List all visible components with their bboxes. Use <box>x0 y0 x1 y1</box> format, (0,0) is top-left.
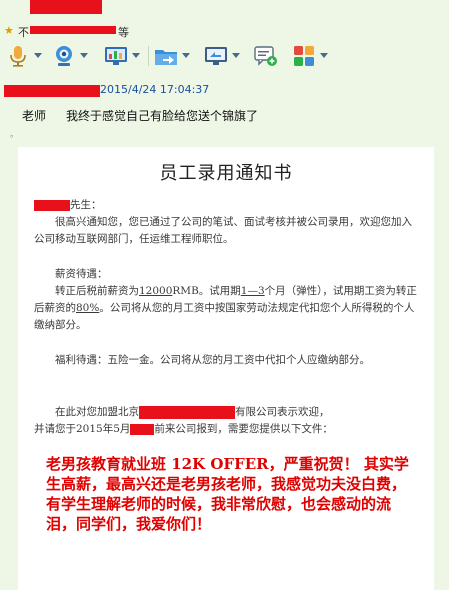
voice-call-button[interactable] <box>6 43 46 69</box>
microphone-icon <box>10 46 26 67</box>
create-discussion-button[interactable] <box>254 43 294 69</box>
star-icon[interactable]: ★ <box>4 24 14 37</box>
folder-arrow-icon <box>155 50 177 65</box>
paragraph-onboarding: 在此对您加盟北京 有限公司表示欢迎， 并请您于2015年5月 前来公司报到，需要您提供… <box>34 405 333 435</box>
window-title-suffix: 等 <box>118 26 129 39</box>
congratulation-annotation: 老男孩教育就业班 12K OFFER，严重祝贺！ 其实学生高薪，最高兴还是老男孩… <box>46 455 409 533</box>
title-bar: ★ 不 等 <box>0 0 449 40</box>
message-timestamp: 2015/4/24 17:04:37 <box>100 83 210 96</box>
offer-letter-image[interactable]: 员工录用通知书 先生： 很高兴通知您，您已通过了公司的笔试、面试考核并被公司录用… <box>18 147 434 590</box>
salary-amount: 12000 <box>139 285 173 297</box>
salutation: 先生： <box>34 197 418 214</box>
sender-name-redaction <box>4 85 100 97</box>
send-file-button[interactable] <box>154 43 194 69</box>
salary-heading: 薪资待遇： <box>55 268 108 280</box>
message-body: 我终于感觉自己有脸给您送个锦旗了 <box>66 109 259 123</box>
dropdown-arrow-icon[interactable] <box>182 53 190 58</box>
remote-assist-button[interactable] <box>204 43 244 69</box>
dropdown-arrow-icon[interactable] <box>232 53 240 58</box>
dropdown-arrow-icon[interactable] <box>34 53 42 58</box>
date-redaction <box>130 423 155 435</box>
dropdown-arrow-icon[interactable] <box>80 53 88 58</box>
toolbar-divider <box>148 46 149 66</box>
dropdown-arrow-icon[interactable] <box>132 53 140 58</box>
redaction-bar <box>30 26 116 34</box>
right-margin <box>435 147 449 590</box>
chat-toolbar <box>0 40 449 72</box>
company-name-redaction <box>139 405 235 419</box>
redaction-bar <box>30 0 102 14</box>
window-title-fragment: 不 <box>18 26 29 39</box>
remote-desktop-icon <box>205 47 227 65</box>
probation-percent: 80% <box>76 302 100 314</box>
message-text: 老师 我终于感觉自己有脸给您送个锦旗了 <box>22 107 258 124</box>
redaction-bar <box>34 199 70 211</box>
message-bullet: 。 <box>10 130 20 140</box>
apps-button[interactable] <box>292 43 332 69</box>
paragraph-benefits: 福利待遇：五险一金。公司将从您的月工资中代扣个人应缴纳部分。 <box>55 354 370 366</box>
probation-period: 1—3 <box>240 285 265 297</box>
dropdown-arrow-icon[interactable] <box>320 53 328 58</box>
apps-grid-icon <box>294 46 314 66</box>
document-title: 员工录用通知书 <box>159 163 293 184</box>
paragraph-salary: 转正后税前薪资为12000RMB。试用期1—3个月（弹性），试用期工资为转正后薪… <box>34 285 417 331</box>
chat-add-icon <box>254 46 277 66</box>
share-screen-button[interactable] <box>104 43 144 69</box>
message-addressee: 老师 <box>22 109 47 123</box>
video-call-button[interactable] <box>52 43 92 69</box>
webcam-icon <box>56 46 72 66</box>
paragraph-welcome: 很高兴通知您，您已通过了公司的笔试、面试考核并被公司录用，欢迎您加入公司移动互联… <box>34 216 412 245</box>
monitor-chart-icon <box>105 47 127 65</box>
